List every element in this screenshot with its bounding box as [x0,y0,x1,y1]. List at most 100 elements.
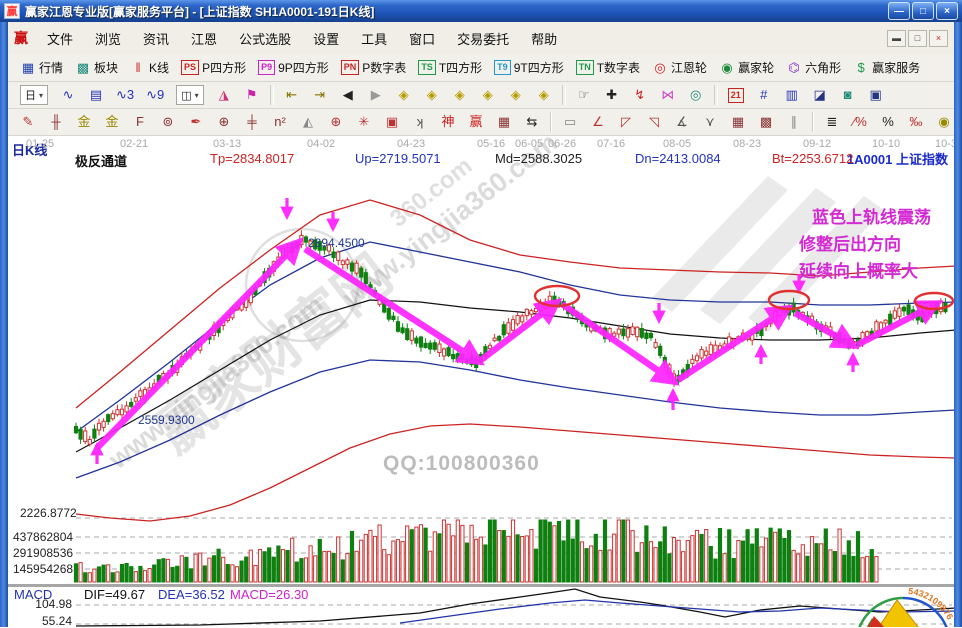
marker-pen-tool[interactable]: ✒ [182,110,210,134]
ruler-tool[interactable]: ▦ [490,110,518,134]
mdi-close-button[interactable]: × [929,30,948,47]
first-page-icon[interactable]: ⇤ [278,83,306,107]
box-tool[interactable]: ▭ [556,110,584,134]
scale-list-tool[interactable]: ≣ [818,110,846,134]
diamond-shrink-icon[interactable]: ◈ [474,83,502,107]
time-circle-tool[interactable]: ⊕ [210,110,238,134]
diamond-all-icon[interactable]: ◈ [530,83,558,107]
pen-tool[interactable]: ✎ [14,110,42,134]
span-arrow-tool[interactable]: ⇆ [518,110,546,134]
box-star-tool[interactable]: ▣ [378,110,406,134]
color-flag-icon[interactable]: ⚑ [238,83,266,107]
parallel-tool[interactable]: ∥ [780,110,808,134]
save-icon[interactable]: ◪ [806,83,834,107]
t-number-button[interactable]: TNT数字表 [570,56,646,80]
p-number-button[interactable]: PNP数字表 [335,56,413,80]
minimize-button[interactable]: — [888,2,910,20]
period-day-dropdown[interactable]: 日▾ [14,83,54,107]
grid-tool[interactable]: ▦ [724,110,752,134]
info-panel-icon[interactable]: ▤ [82,83,110,107]
menu-item-9[interactable]: 帮助 [520,26,568,51]
zigzag-tool[interactable]: ⋎ [696,110,724,134]
compress-icon[interactable]: ∿ [54,83,82,107]
wave3-icon[interactable]: ∿3 [110,83,140,107]
ying-tool[interactable]: 赢 [462,110,490,134]
calendar-icon[interactable]: 21 [722,83,750,107]
t9-square-button[interactable]: T99T四方形 [488,56,570,80]
menu-item-4[interactable]: 公式选股 [228,26,302,51]
time-grid-tool[interactable]: ╪ [238,110,266,134]
percent-level-tool[interactable]: ‰ [902,110,930,134]
price-label: 2559.9300 [138,413,195,427]
step-back-icon[interactable]: ◀ [334,83,362,107]
grid-tool-glyph: ▦ [730,113,746,131]
percent-line-tool[interactable]: ∕% [846,110,874,134]
p-square-button-glyph: PS [181,60,199,75]
toolbar-draw: ✎╫金金F⊚✒⊕╪n²◭⊕✳▣ʞ神赢▦⇆▭∠◸◹∡⋎▦▩∥≣∕%%‰◉≑↕∿≙⊿… [8,109,954,136]
step-forward-icon[interactable]: ▶ [362,83,390,107]
diamond-expand-icon[interactable]: ◈ [446,83,474,107]
jifan-channel-icon[interactable]: ◮ [210,83,238,107]
menu-item-5[interactable]: 设置 [302,26,350,51]
toolbar-edit: 日▾∿▤∿3∿9◫▾◮⚑⇤⇥◀▶◈◈◈◈◈◈☞✚↯⋈◎21#▥◪◙▣ [8,82,954,109]
gold-section-tool[interactable]: 金 [98,110,126,134]
angle-lines-tool[interactable]: ∡ [668,110,696,134]
winner-wheel-button[interactable]: ◉赢家轮 [713,56,780,80]
gold-ratio-tool[interactable]: 金 [70,110,98,134]
last-page-icon[interactable]: ⇥ [306,83,334,107]
p9-square-button[interactable]: P99P四方形 [252,56,335,80]
diamond-right-icon[interactable]: ◈ [418,83,446,107]
sectors-button[interactable]: ▩板块 [69,56,124,80]
hand-tool-icon[interactable]: ☞ [570,83,598,107]
diamond-updown-icon[interactable]: ◈ [502,83,530,107]
save-pc-icon[interactable]: ▣ [862,83,890,107]
maximize-button[interactable]: □ [912,2,934,20]
n2-tool[interactable]: n² [266,110,294,134]
brain-icon[interactable]: ◎ [682,83,710,107]
percent-tool[interactable]: % [874,110,902,134]
kline-button[interactable]: ‖K线 [124,56,175,80]
quotes-button[interactable]: ▦行情 [14,56,69,80]
calculator-icon[interactable]: # [750,83,778,107]
menu-item-3[interactable]: 江恩 [180,26,228,51]
shen-tool[interactable]: 神 [434,110,462,134]
hexagon-button[interactable]: ⌬六角形 [780,56,847,80]
spiral-tool[interactable]: ⊚ [154,110,182,134]
crosshair-icon[interactable]: ✚ [598,83,626,107]
candle-style-dropdown[interactable]: ◫▾ [170,83,209,107]
square-fan-tool[interactable]: ◹ [640,110,668,134]
grid9-tool[interactable]: ▩ [752,110,780,134]
fan-lines-tool[interactable]: ∠ [584,110,612,134]
menu-item-0[interactable]: 文件 [36,26,84,51]
prism-tool[interactable]: ◭ [294,110,322,134]
indicator-value: Bt=2253.6712 [772,151,853,166]
mdi-restore-button[interactable]: □ [908,30,927,47]
ribbon-icon-glyph: ⋈ [660,86,676,104]
star-tool[interactable]: ✳ [350,110,378,134]
p-square-button[interactable]: PSP四方形 [175,56,252,80]
menu-item-2[interactable]: 资讯 [132,26,180,51]
gann-wheel-button[interactable]: ◎江恩轮 [646,56,713,80]
notes-icon[interactable]: ▥ [778,83,806,107]
target-tool[interactable]: ⊕ [322,110,350,134]
menu-item-1[interactable]: 浏览 [84,26,132,51]
mdi-minimize-button[interactable]: ▬ [887,30,906,47]
box-tool-glyph: ▭ [562,113,578,131]
menu-item-6[interactable]: 工具 [350,26,398,51]
separator [270,85,274,105]
k-mark-tool[interactable]: ʞ [406,110,434,134]
gann-grid-tool[interactable]: ╫ [42,110,70,134]
diamond-left-icon[interactable]: ◈ [390,83,418,107]
close-button[interactable]: × [936,2,958,20]
t-square-button[interactable]: TST四方形 [412,56,488,80]
percent-line-tool-glyph: ∕% [852,113,868,131]
ribbon-icon[interactable]: ⋈ [654,83,682,107]
save-web-icon[interactable]: ◙ [834,83,862,107]
wave9-icon[interactable]: ∿9 [140,83,170,107]
fibo-tool[interactable]: F [126,110,154,134]
winner-service-button[interactable]: $赢家服务 [847,56,926,80]
key-icon[interactable]: ↯ [626,83,654,107]
menu-item-8[interactable]: 交易委托 [446,26,520,51]
box-fan-tool[interactable]: ◸ [612,110,640,134]
menu-item-7[interactable]: 窗口 [398,26,446,51]
